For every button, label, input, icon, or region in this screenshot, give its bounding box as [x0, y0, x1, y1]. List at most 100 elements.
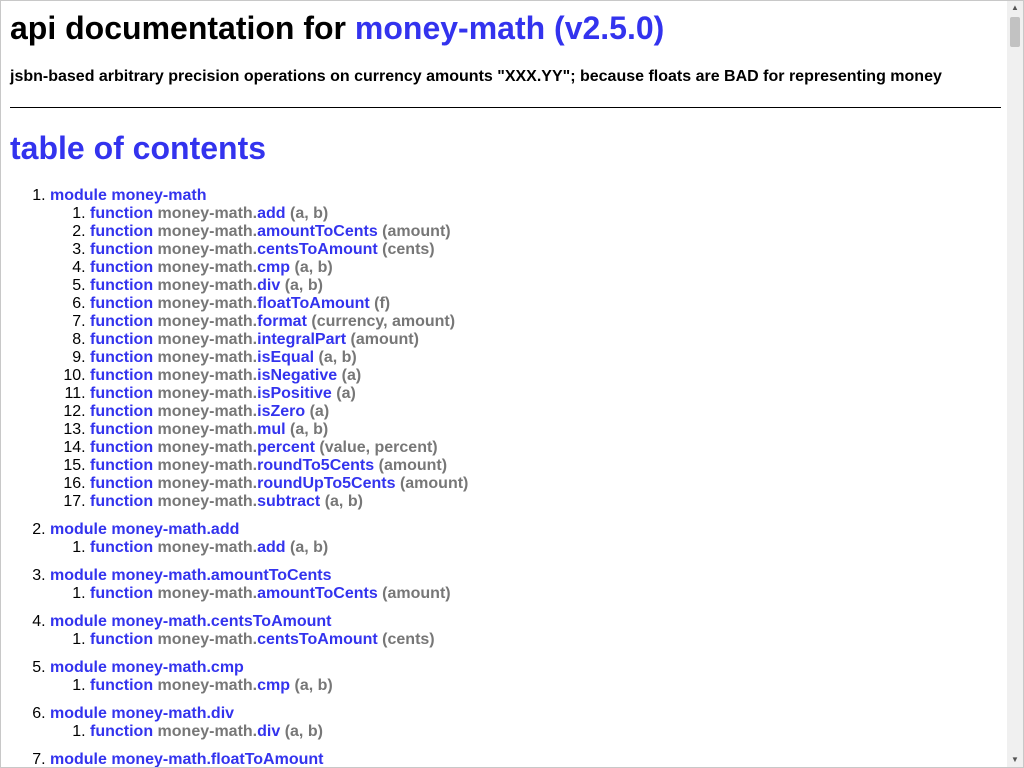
function-name: isPositive	[257, 385, 332, 402]
function-item: function money-math.percent (value, perc…	[90, 439, 950, 457]
function-link[interactable]: function money-math.amountToCents (amoun…	[90, 223, 451, 240]
module-link[interactable]: module money-math.floatToAmount	[50, 751, 324, 768]
function-namespace: money-math.	[157, 677, 258, 694]
function-link[interactable]: function money-math.amountToCents (amoun…	[90, 585, 451, 602]
function-item: function money-math.isNegative (a)	[90, 367, 950, 385]
function-name: format	[257, 313, 307, 330]
function-link[interactable]: function money-math.div (a, b)	[90, 723, 323, 740]
function-namespace: money-math.	[157, 439, 258, 456]
function-name: add	[257, 205, 286, 222]
function-keyword: function	[90, 585, 154, 602]
function-keyword: function	[90, 349, 154, 366]
function-link[interactable]: function money-math.integralPart (amount…	[90, 331, 419, 348]
function-name: cmp	[257, 677, 291, 694]
function-list: function money-math.add (a, b)	[50, 539, 950, 557]
function-list: function money-math.div (a, b)	[50, 723, 950, 741]
module-name: money-math.centsToAmount	[111, 613, 332, 630]
function-keyword: function	[90, 457, 154, 474]
function-name: cmp	[257, 259, 291, 276]
function-args: (a)	[309, 403, 330, 420]
function-namespace: money-math.	[157, 631, 258, 648]
function-namespace: money-math.	[157, 331, 258, 348]
function-args: (amount)	[378, 457, 448, 474]
function-item: function money-math.add (a, b)	[90, 205, 950, 223]
function-link[interactable]: function money-math.cmp (a, b)	[90, 677, 333, 694]
toc-module-item: module money-math.amountToCentsfunction …	[50, 567, 950, 603]
function-name: isZero	[257, 403, 306, 420]
function-namespace: money-math.	[157, 223, 258, 240]
function-link[interactable]: function money-math.mul (a, b)	[90, 421, 328, 438]
title-prefix: api documentation for	[10, 10, 355, 46]
module-name: money-math.floatToAmount	[111, 751, 324, 768]
function-namespace: money-math.	[157, 421, 258, 438]
module-link[interactable]: module money-math.div	[50, 705, 234, 722]
module-name: money-math.div	[111, 705, 235, 722]
function-link[interactable]: function money-math.add (a, b)	[90, 205, 328, 222]
function-keyword: function	[90, 475, 154, 492]
function-args: (a)	[341, 367, 362, 384]
function-args: (f)	[374, 295, 391, 312]
function-link[interactable]: function money-math.percent (value, perc…	[90, 439, 438, 456]
module-keyword: module	[50, 751, 107, 768]
module-name: money-math.add	[111, 521, 240, 538]
function-link[interactable]: function money-math.floatToAmount (f)	[90, 295, 390, 312]
function-item: function money-math.amountToCents (amoun…	[90, 585, 950, 603]
function-link[interactable]: function money-math.centsToAmount (cents…	[90, 631, 435, 648]
toc-module-item: module money-math.floatToAmount	[50, 751, 950, 768]
function-link[interactable]: function money-math.isZero (a)	[90, 403, 329, 420]
function-name: centsToAmount	[257, 631, 378, 648]
function-link[interactable]: function money-math.roundTo5Cents (amoun…	[90, 457, 447, 474]
function-args: (amount)	[382, 585, 451, 602]
function-keyword: function	[90, 493, 154, 510]
function-item: function money-math.div (a, b)	[90, 723, 950, 741]
function-link[interactable]: function money-math.cmp (a, b)	[90, 259, 333, 276]
toc-module-item: module money-math.addfunction money-math…	[50, 521, 950, 557]
function-keyword: function	[90, 403, 154, 420]
function-name: div	[257, 277, 281, 294]
function-link[interactable]: function money-math.format (currency, am…	[90, 313, 455, 330]
function-item: function money-math.mul (a, b)	[90, 421, 950, 439]
vertical-scrollbar[interactable]: ▲ ▼	[1007, 1, 1023, 767]
function-item: function money-math.isEqual (a, b)	[90, 349, 950, 367]
function-keyword: function	[90, 631, 154, 648]
function-keyword: function	[90, 223, 154, 240]
function-namespace: money-math.	[157, 277, 258, 294]
function-namespace: money-math.	[157, 259, 258, 276]
function-name: isNegative	[257, 367, 338, 384]
function-item: function money-math.format (currency, am…	[90, 313, 950, 331]
function-item: function money-math.isPositive (a)	[90, 385, 950, 403]
function-namespace: money-math.	[157, 457, 258, 474]
function-namespace: money-math.	[157, 475, 258, 492]
function-item: function money-math.roundTo5Cents (amoun…	[90, 457, 950, 475]
module-link[interactable]: module money-math.add	[50, 521, 239, 538]
function-keyword: function	[90, 367, 154, 384]
function-keyword: function	[90, 385, 154, 402]
function-link[interactable]: function money-math.isNegative (a)	[90, 367, 361, 384]
module-link[interactable]: module money-math.amountToCents	[50, 567, 332, 584]
function-args: (a, b)	[318, 349, 357, 366]
function-namespace: money-math.	[157, 349, 258, 366]
function-name: centsToAmount	[257, 241, 378, 258]
function-list: function money-math.amountToCents (amoun…	[50, 585, 950, 603]
function-link[interactable]: function money-math.div (a, b)	[90, 277, 323, 294]
scrollbar-thumb[interactable]	[1010, 17, 1020, 47]
function-item: function money-math.div (a, b)	[90, 277, 950, 295]
function-namespace: money-math.	[157, 539, 258, 556]
function-link[interactable]: function money-math.roundUpTo5Cents (amo…	[90, 475, 468, 492]
toc-module-item: module money-mathfunction money-math.add…	[50, 187, 950, 511]
function-name: add	[257, 539, 286, 556]
scroll-down-icon[interactable]: ▼	[1007, 753, 1023, 767]
module-link[interactable]: module money-math.cmp	[50, 659, 244, 676]
module-link[interactable]: module money-math	[50, 187, 206, 204]
module-link[interactable]: module money-math.centsToAmount	[50, 613, 332, 630]
function-args: (cents)	[382, 631, 435, 648]
scroll-up-icon[interactable]: ▲	[1007, 1, 1023, 15]
function-link[interactable]: function money-math.add (a, b)	[90, 539, 328, 556]
module-name: money-math.amountToCents	[111, 567, 332, 584]
function-namespace: money-math.	[157, 493, 258, 510]
function-link[interactable]: function money-math.subtract (a, b)	[90, 493, 363, 510]
function-args: (a, b)	[284, 277, 323, 294]
function-link[interactable]: function money-math.centsToAmount (cents…	[90, 241, 435, 258]
function-link[interactable]: function money-math.isEqual (a, b)	[90, 349, 357, 366]
function-link[interactable]: function money-math.isPositive (a)	[90, 385, 356, 402]
